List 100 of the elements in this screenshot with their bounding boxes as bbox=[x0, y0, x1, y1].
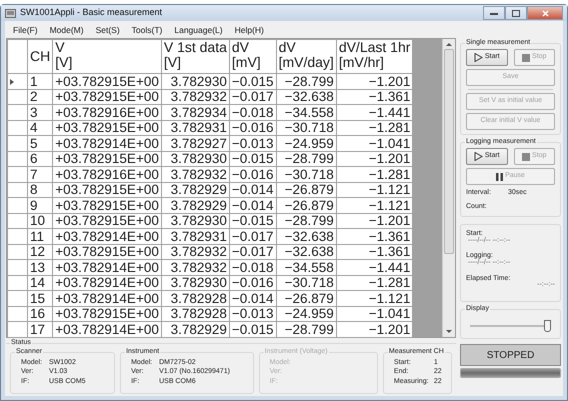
table-cell: +03.782915E+00 bbox=[52, 244, 162, 260]
table-cell: −1.361 bbox=[336, 89, 413, 104]
table-cell: −24.959 bbox=[276, 306, 336, 322]
table-cell: 3.782932 bbox=[161, 166, 230, 182]
table-cell: −1.361 bbox=[336, 228, 413, 244]
table-cell: −0.015 bbox=[229, 151, 276, 166]
table-cell: −0.016 bbox=[229, 275, 276, 290]
table-cell: −24.959 bbox=[276, 136, 336, 151]
pause-icon bbox=[496, 172, 504, 180]
table-cell: 3.782930 bbox=[161, 275, 230, 290]
play-icon bbox=[474, 152, 483, 161]
menu-item[interactable]: Help(H) bbox=[228, 23, 270, 36]
table-cell: −34.558 bbox=[276, 104, 336, 120]
table-cell: 3.782930 bbox=[161, 74, 230, 89]
menu-item[interactable]: Language(L) bbox=[168, 23, 229, 36]
table-cell: 3.782930 bbox=[161, 151, 230, 166]
column-header: CH bbox=[28, 40, 53, 74]
slider-thumb[interactable] bbox=[544, 320, 551, 332]
app-icon bbox=[5, 8, 16, 18]
table-cell: −0.018 bbox=[229, 260, 276, 275]
stop-icon bbox=[522, 152, 530, 160]
close-icon bbox=[542, 10, 548, 16]
table-cell: −28.799 bbox=[276, 213, 336, 228]
table-cell: 3.782930 bbox=[161, 213, 230, 228]
table-cell: +03.782915E+00 bbox=[52, 89, 162, 104]
table-cell: −1.361 bbox=[336, 244, 413, 260]
row-pointer-icon bbox=[10, 78, 14, 85]
table-cell: +03.782915E+00 bbox=[52, 151, 162, 166]
table-cell: −1.441 bbox=[336, 104, 413, 120]
table-cell: −0.015 bbox=[229, 322, 276, 337]
table-cell: −0.013 bbox=[229, 136, 276, 151]
minimize-button[interactable] bbox=[483, 6, 505, 20]
table-cell: −1.201 bbox=[336, 74, 413, 89]
table-cell: −30.718 bbox=[276, 275, 336, 290]
table-cell: 5 bbox=[28, 136, 53, 151]
play-icon bbox=[474, 53, 483, 62]
table-cell: −26.879 bbox=[276, 290, 336, 306]
table-cell: 3.782929 bbox=[161, 198, 230, 213]
window-title: SW1001Appli - Basic measurement bbox=[20, 6, 162, 20]
table-cell: −1.281 bbox=[336, 166, 413, 182]
table-cell: −32.638 bbox=[276, 89, 336, 104]
table-cell: 3.782928 bbox=[161, 306, 230, 322]
column-header: dV [mV/day] bbox=[276, 40, 336, 74]
table-cell: 3.782932 bbox=[161, 260, 230, 275]
table-cell: −0.017 bbox=[229, 244, 276, 260]
table-cell: +03.782916E+00 bbox=[52, 166, 162, 182]
table-cell: −28.799 bbox=[276, 151, 336, 166]
menu-item[interactable]: File(F) bbox=[7, 23, 44, 36]
table-cell: −32.638 bbox=[276, 244, 336, 260]
maximize-icon bbox=[512, 10, 520, 16]
table-cell: +03.782914E+00 bbox=[52, 275, 162, 290]
table-cell: 7 bbox=[28, 166, 53, 182]
menu-item[interactable]: Set(S) bbox=[90, 23, 126, 36]
table-cell: 3.782931 bbox=[161, 120, 230, 136]
table-cell: +03.782914E+00 bbox=[52, 136, 162, 151]
table-cell: 1 bbox=[28, 74, 53, 89]
table-cell: 12 bbox=[28, 244, 53, 260]
table-cell: −0.015 bbox=[229, 213, 276, 228]
table-cell: −1.041 bbox=[336, 306, 413, 322]
vertical-scrollbar[interactable] bbox=[442, 39, 455, 337]
row-header[interactable] bbox=[8, 74, 28, 89]
table-cell: +03.782915E+00 bbox=[52, 120, 162, 136]
table-cell: −1.041 bbox=[336, 136, 413, 151]
table-cell: +03.782915E+00 bbox=[52, 198, 162, 213]
scroll-thumb[interactable] bbox=[444, 49, 454, 254]
table-cell: 3.782932 bbox=[161, 89, 230, 104]
table-cell: +03.782915E+00 bbox=[52, 213, 162, 228]
table-cell: 17 bbox=[28, 322, 53, 337]
column-header: V 1st data [V] bbox=[161, 40, 230, 74]
table-cell: 8 bbox=[28, 182, 53, 198]
minimize-icon bbox=[490, 12, 498, 14]
table-cell: −0.014 bbox=[229, 182, 276, 198]
table-cell: −0.017 bbox=[229, 89, 276, 104]
table-cell: −0.015 bbox=[229, 74, 276, 89]
table-cell: 14 bbox=[28, 275, 53, 290]
table-cell: 3.782932 bbox=[161, 244, 230, 260]
maximize-button[interactable] bbox=[505, 6, 527, 20]
scroll-down-icon bbox=[446, 329, 452, 334]
table-cell: +03.782914E+00 bbox=[52, 228, 162, 244]
table-cell: 15 bbox=[28, 290, 53, 306]
table-cell: −1.281 bbox=[336, 120, 413, 136]
slider[interactable] bbox=[470, 319, 551, 334]
table-cell: −0.013 bbox=[229, 306, 276, 322]
close-button[interactable] bbox=[527, 6, 563, 20]
scroll-up-icon bbox=[446, 42, 452, 47]
table-cell: −1.441 bbox=[336, 260, 413, 275]
menu-item[interactable]: Mode(M) bbox=[44, 23, 90, 36]
table-cell: −0.016 bbox=[229, 166, 276, 182]
table-cell: 2 bbox=[28, 89, 53, 104]
table-cell: −0.017 bbox=[229, 228, 276, 244]
menu-item[interactable]: Tools(T) bbox=[126, 23, 168, 36]
table-cell: 10 bbox=[28, 213, 53, 228]
table-cell: −34.558 bbox=[276, 260, 336, 275]
table-cell: +03.782914E+00 bbox=[52, 260, 162, 275]
table-cell: 3.782928 bbox=[161, 290, 230, 306]
table-cell: −1.201 bbox=[336, 322, 413, 337]
table-cell: −28.799 bbox=[276, 322, 336, 337]
table-cell: 3.782929 bbox=[161, 182, 230, 198]
column-header: dV/Last 1hr [mV/hr] bbox=[336, 40, 413, 74]
table-cell: −0.014 bbox=[229, 198, 276, 213]
